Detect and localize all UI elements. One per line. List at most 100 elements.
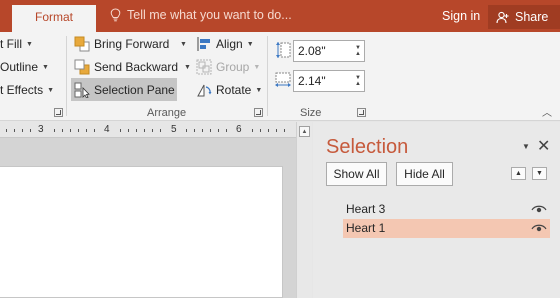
- caret-down-icon: ▼: [253, 63, 261, 71]
- list-item-label: Heart 1: [346, 221, 386, 235]
- size-group-label: Size: [300, 107, 322, 119]
- shape-effects-button[interactable]: t Effects ▼: [0, 80, 54, 100]
- ruler-tick: [54, 129, 55, 132]
- size-launcher-icon[interactable]: [357, 108, 366, 117]
- send-backward-icon: [74, 59, 90, 75]
- shape-effects-label: t Effects: [0, 83, 44, 97]
- horizontal-ruler: 3 4 5 6: [0, 122, 296, 138]
- shape-outline-label: Outline: [0, 60, 39, 74]
- arrange-group-label: Arrange: [147, 107, 187, 119]
- sign-in-link[interactable]: Sign in: [442, 9, 480, 23]
- selection-pane-button[interactable]: Selection Pane: [71, 78, 177, 101]
- align-icon: [197, 37, 210, 51]
- caret-down-icon: ▼: [246, 40, 254, 48]
- person-icon: [496, 11, 509, 23]
- ruler-number: 3: [38, 124, 44, 135]
- ruler-tick: [128, 129, 129, 132]
- ruler-tick: [284, 129, 285, 132]
- bring-forward-dropdown[interactable]: ▼: [176, 34, 187, 54]
- shape-fill-button[interactable]: t Fill ▼: [0, 34, 33, 54]
- caret-down-icon: ▼: [26, 40, 33, 48]
- ruler-tick: [210, 129, 211, 132]
- tell-me-text: Tell me what you want to do...: [127, 8, 292, 22]
- shape-width-input[interactable]: 2.14" ▲ ▼: [293, 70, 365, 92]
- eye-icon[interactable]: [531, 223, 547, 233]
- ruler-number: 6: [236, 124, 242, 135]
- group-divider: [66, 36, 67, 116]
- slide[interactable]: [0, 166, 283, 298]
- spin-down-icon[interactable]: ▼: [355, 38, 361, 58]
- shape-outline-button[interactable]: Outline ▼: [0, 57, 49, 77]
- rotate-icon: [197, 84, 212, 97]
- tell-me-search[interactable]: Tell me what you want to do...: [110, 8, 292, 22]
- bring-forward-order-icon[interactable]: ▲: [511, 167, 526, 180]
- share-label: Share: [515, 10, 549, 24]
- share-button[interactable]: Share: [488, 5, 560, 29]
- align-button[interactable]: Align ▼: [196, 34, 254, 54]
- ruler-tick: [62, 129, 63, 132]
- slide-canvas-area: 3 4 5 6: [0, 122, 296, 298]
- shape-styles-launcher-icon[interactable]: [54, 108, 63, 117]
- selection-pane-title: Selection: [326, 136, 409, 158]
- eye-icon[interactable]: [531, 204, 547, 214]
- ruler-tick: [14, 129, 15, 132]
- shape-width-value: 2.14": [298, 74, 326, 88]
- caret-down-icon: ▼: [184, 63, 191, 71]
- ruler-tick: [94, 129, 95, 132]
- shape-fill-label: t Fill: [0, 37, 22, 51]
- align-label: Align: [216, 37, 243, 51]
- ruler-number: 5: [171, 124, 177, 135]
- selection-pane: Selection ▼ ✕ Show All Hide All ▲ ▼ Hear…: [313, 122, 560, 298]
- bring-forward-button[interactable]: Bring Forward: [74, 34, 169, 54]
- send-backward-button[interactable]: Send Backward: [74, 57, 178, 77]
- send-backward-label: Send Backward: [94, 60, 179, 74]
- ruler-tick: [218, 129, 219, 132]
- ruler-tick: [30, 129, 31, 132]
- caret-down-icon: ▼: [180, 40, 187, 48]
- group-button[interactable]: Group ▼: [196, 57, 260, 77]
- rotate-label: Rotate: [216, 83, 252, 97]
- ruler-tick: [194, 129, 195, 132]
- show-all-button[interactable]: Show All: [326, 162, 387, 186]
- spin-down-icon[interactable]: ▼: [355, 68, 361, 88]
- ruler-tick: [276, 129, 277, 132]
- rotate-button[interactable]: Rotate ▼: [196, 80, 262, 100]
- list-item-label: Heart 3: [346, 202, 386, 216]
- ruler-tick: [136, 129, 137, 132]
- ruler-tick: [78, 129, 79, 132]
- ruler-tick: [160, 129, 161, 132]
- arrange-launcher-icon[interactable]: [254, 108, 263, 117]
- group-label: Group: [216, 60, 250, 74]
- ruler-number: 4: [104, 124, 110, 135]
- group-divider: [267, 36, 268, 116]
- caret-down-icon: ▼: [47, 86, 55, 94]
- tab-format[interactable]: Format: [12, 5, 96, 32]
- collapse-ribbon-icon[interactable]: ︿: [542, 104, 552, 119]
- scroll-up-icon[interactable]: ▲: [299, 126, 310, 137]
- ruler-tick: [6, 129, 7, 132]
- ruler-tick: [120, 129, 121, 132]
- ruler-tick: [202, 129, 203, 132]
- list-item[interactable]: Heart 1: [343, 219, 550, 238]
- ruler-tick: [86, 129, 87, 132]
- shape-width-icon: [275, 72, 291, 87]
- send-backward-order-icon[interactable]: ▼: [532, 167, 547, 180]
- ruler-tick: [226, 129, 227, 132]
- bring-forward-label: Bring Forward: [94, 37, 170, 51]
- shape-height-icon: [276, 42, 291, 58]
- list-item[interactable]: Heart 3: [343, 200, 550, 219]
- ribbon: t Fill ▼ Outline ▼ t Effects ▼ Bring Forwar…: [0, 32, 560, 121]
- ruler-tick: [22, 129, 23, 132]
- hide-all-button[interactable]: Hide All: [396, 162, 453, 186]
- ruler-tick: [260, 129, 261, 132]
- ruler-tick: [186, 129, 187, 132]
- pane-options-icon[interactable]: ▼: [522, 142, 530, 151]
- ruler-tick: [152, 129, 153, 132]
- selection-pane-label: Selection Pane: [94, 82, 175, 97]
- send-backward-dropdown[interactable]: ▼: [180, 57, 191, 77]
- close-icon[interactable]: ✕: [537, 136, 550, 156]
- lightbulb-icon: [110, 8, 121, 22]
- group-icon: [196, 59, 212, 75]
- vertical-scrollbar[interactable]: ▲: [296, 122, 312, 298]
- shape-height-input[interactable]: 2.08" ▲ ▼: [293, 40, 365, 62]
